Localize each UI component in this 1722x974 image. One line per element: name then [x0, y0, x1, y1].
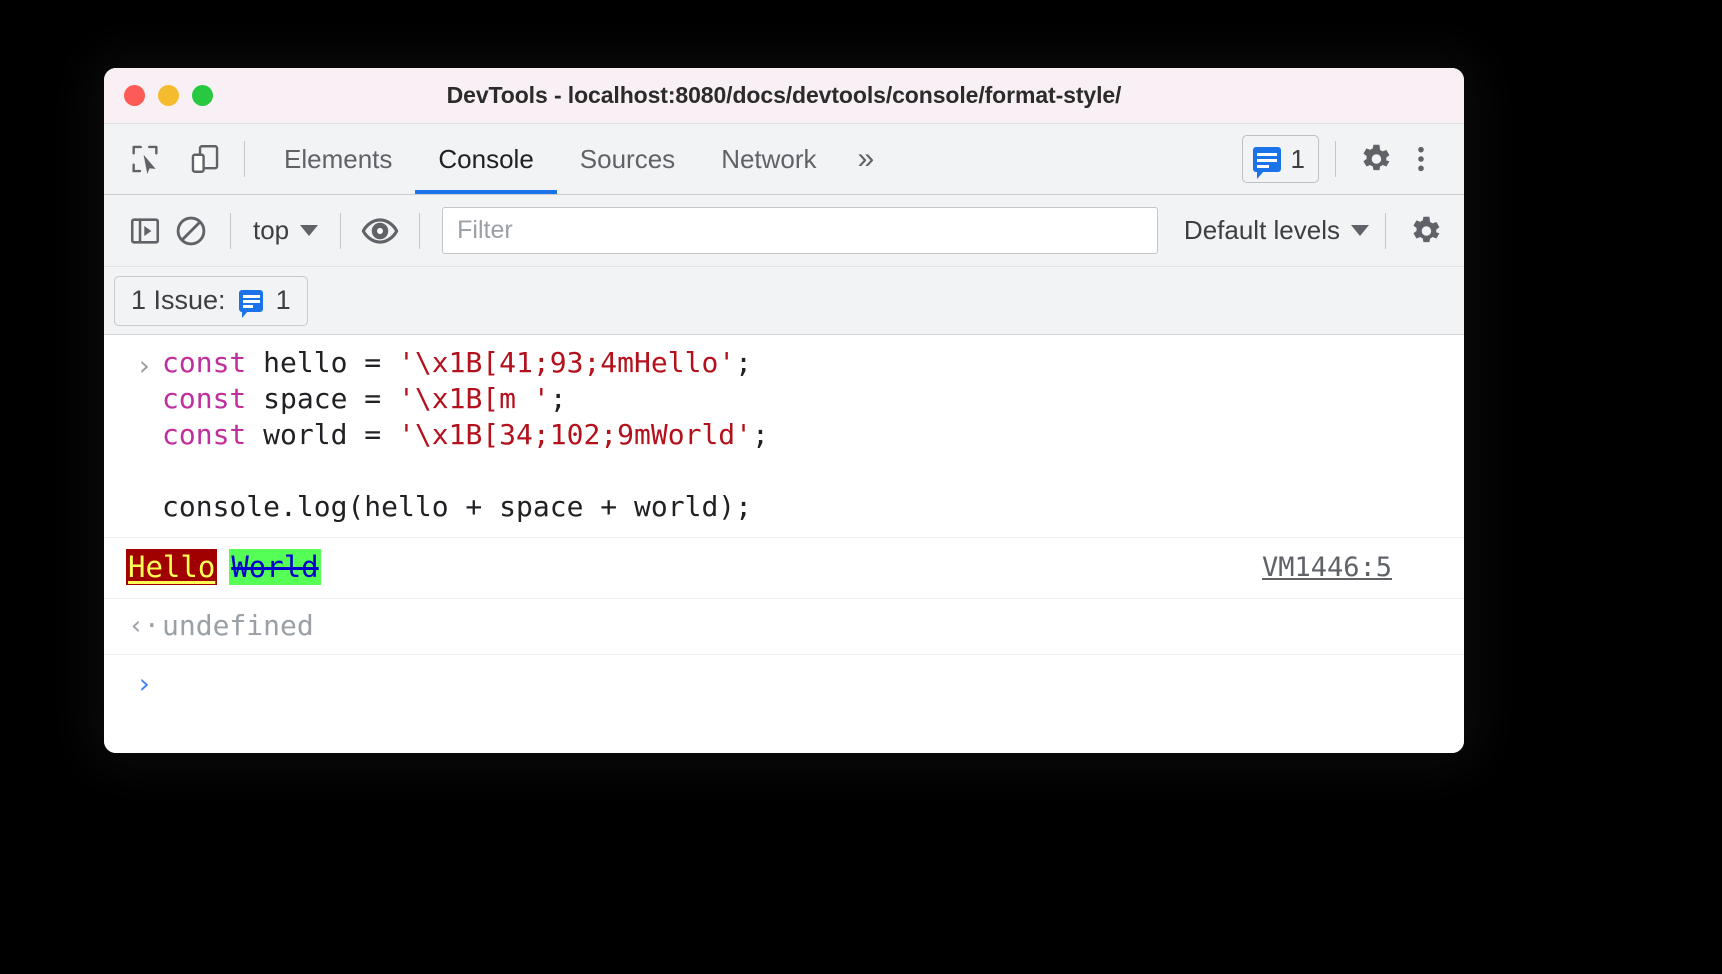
issue-summary-count: 1 — [276, 285, 291, 316]
ansi-world-text: World — [229, 549, 320, 585]
tabbar-divider — [244, 141, 245, 177]
clear-console-icon[interactable] — [168, 208, 214, 254]
code-token: ; — [752, 418, 769, 451]
console-input-entry: › const hello = '\x1B[41;93;4mHello';con… — [104, 335, 1464, 538]
code-token: space = — [263, 382, 398, 415]
code-line: const hello = '\x1B[41;93;4mHello'; — [162, 345, 769, 381]
code-token: hello = — [263, 346, 398, 379]
console-toolbar: top Default levels — [104, 195, 1464, 267]
tab-network[interactable]: Network — [698, 124, 839, 194]
screen-root: DevTools - localhost:8080/docs/devtools/… — [0, 0, 1722, 974]
code-line: console.log(hello + space + world); — [162, 489, 769, 525]
code-token: console.log(hello + space + world); — [162, 490, 752, 523]
execution-context-label: top — [253, 215, 289, 246]
prompt-chevron-icon: › — [126, 667, 162, 700]
devtools-window: DevTools - localhost:8080/docs/devtools/… — [104, 68, 1464, 753]
code-token: const — [162, 382, 263, 415]
issues-badge-count: 1 — [1291, 144, 1305, 175]
execution-context-selector[interactable]: top — [247, 215, 324, 246]
console-input-code: const hello = '\x1B[41;93;4mHello';const… — [162, 345, 769, 525]
ansi-styled-output: Hello World — [126, 549, 321, 585]
code-line: const world = '\x1B[34;102;9mWorld'; — [162, 417, 769, 453]
code-blank-line — [162, 453, 769, 489]
chevron-down-icon — [1351, 225, 1369, 236]
code-line: const space = '\x1B[m '; — [162, 381, 769, 417]
console-settings-gear-icon[interactable] — [1402, 208, 1448, 254]
result-arrow-icon: ‹· — [126, 611, 162, 641]
tab-sources[interactable]: Sources — [557, 124, 698, 194]
code-token: world = — [263, 418, 398, 451]
issue-summary-button[interactable]: 1 Issue: 1 — [114, 276, 308, 326]
code-token: '\x1B[m ' — [398, 382, 550, 415]
code-token: ; — [550, 382, 567, 415]
code-token: '\x1B[41;93;4mHello' — [398, 346, 735, 379]
code-token: '\x1B[34;102;9mWorld' — [398, 418, 752, 451]
panel-tabs: Elements Console Sources Network » — [261, 124, 892, 194]
source-location-link[interactable]: VM1446:5 — [1262, 552, 1392, 583]
console-sidebar-icon[interactable] — [122, 208, 168, 254]
console-toolbar-divider-1 — [230, 213, 231, 249]
tab-console[interactable]: Console — [415, 124, 556, 194]
console-toolbar-divider-3 — [419, 213, 420, 249]
issues-bubble-icon — [1253, 147, 1281, 172]
issues-badge-button[interactable]: 1 — [1242, 135, 1319, 183]
prompt-chevron-icon: › — [126, 345, 162, 525]
tab-elements[interactable]: Elements — [261, 124, 415, 194]
console-new-prompt[interactable]: › — [104, 655, 1464, 712]
console-result-value: undefined — [162, 609, 314, 642]
issues-bar: 1 Issue: 1 — [104, 267, 1464, 335]
device-toolbar-icon[interactable] — [182, 136, 228, 182]
window-title: DevTools - localhost:8080/docs/devtools/… — [104, 82, 1464, 109]
ansi-hello-text: Hello — [126, 549, 217, 585]
tabbar-right-actions: 1 — [1242, 135, 1464, 183]
code-token: ; — [735, 346, 752, 379]
console-output-area[interactable]: › const hello = '\x1B[41;93;4mHello';con… — [104, 335, 1464, 753]
gear-icon[interactable] — [1352, 136, 1398, 182]
console-toolbar-divider-4 — [1385, 213, 1386, 249]
issues-bubble-icon — [239, 290, 263, 312]
eye-icon[interactable] — [357, 208, 403, 254]
console-result-row: ‹· undefined — [104, 599, 1464, 655]
log-levels-label: Default levels — [1184, 215, 1340, 246]
log-levels-selector[interactable]: Default levels — [1184, 215, 1369, 246]
filter-input[interactable] — [442, 207, 1158, 254]
code-token: const — [162, 418, 263, 451]
console-toolbar-divider-2 — [340, 213, 341, 249]
inspect-element-icon[interactable] — [122, 136, 168, 182]
tabbar-right-divider — [1335, 141, 1336, 177]
more-tabs-chevron-icon[interactable]: » — [840, 124, 893, 194]
chevron-down-icon — [300, 225, 318, 236]
devtools-tabbar: Elements Console Sources Network » 1 — [104, 124, 1464, 195]
code-token: const — [162, 346, 263, 379]
window-titlebar: DevTools - localhost:8080/docs/devtools/… — [104, 68, 1464, 124]
console-log-row: Hello World VM1446:5 — [104, 538, 1464, 599]
tabbar-tool-icons — [122, 136, 228, 182]
kebab-menu-icon[interactable] — [1398, 136, 1444, 182]
issue-summary-label: 1 Issue: — [131, 285, 226, 316]
